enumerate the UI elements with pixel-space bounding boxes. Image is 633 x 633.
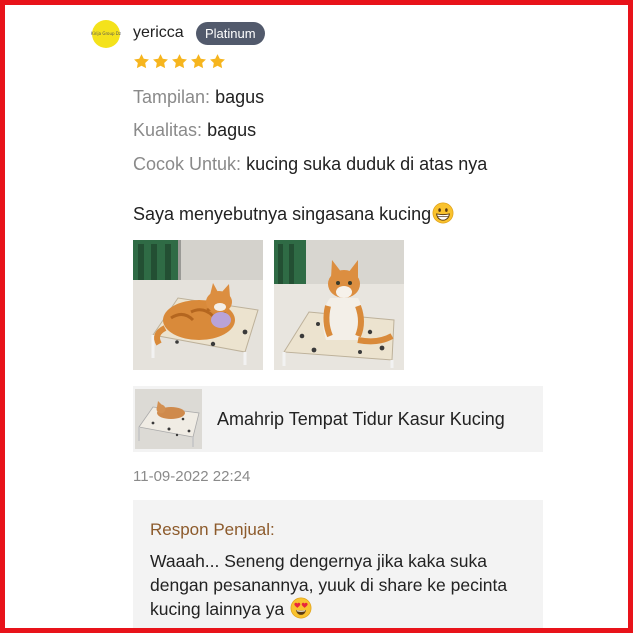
reviewer-name: yericca	[133, 24, 184, 41]
cat-lying-on-bed-photo	[133, 240, 263, 370]
star-icon	[153, 54, 168, 69]
star-rating	[133, 53, 226, 70]
review-body: Saya menyebutnya singasana kucing	[133, 204, 432, 224]
product-thumbnail	[135, 389, 202, 449]
seller-response-title: Respon Penjual:	[150, 520, 275, 539]
review-photo-2[interactable]	[274, 240, 404, 370]
attribute-appearance: Tampilan: bagus	[133, 87, 264, 108]
pet-bed-thumbnail	[135, 389, 202, 449]
attribute-label: Cocok Untuk:	[133, 154, 242, 174]
attribute-suitable-for: Cocok Untuk: kucing suka duduk di atas n…	[133, 154, 487, 175]
seller-response-text: Waaah... Seneng dengernya jika kaka suka…	[150, 549, 535, 621]
product-name: Amahrip Tempat Tidur Kasur Kucing	[217, 409, 505, 429]
attribute-value: bagus	[207, 120, 257, 140]
user-avatar[interactable]: Kirija Group Dz	[91, 20, 121, 48]
attribute-label: Tampilan:	[133, 87, 211, 107]
review-card: Kirija Group Dz yericca Platinum Tampila…	[0, 0, 633, 633]
cat-sitting-on-bed-photo	[274, 240, 404, 370]
grinning-face-emoji	[432, 202, 454, 224]
review-photo-1[interactable]	[133, 240, 263, 370]
star-icon	[172, 54, 187, 69]
attribute-value: kucing suka duduk di atas nya	[246, 154, 488, 174]
review-text: Saya menyebutnya singasana kucing	[133, 202, 454, 225]
star-icon	[210, 54, 225, 69]
seller-response-body: Waaah... Seneng dengernya jika kaka suka…	[150, 551, 508, 619]
attribute-label: Kualitas:	[133, 120, 203, 140]
attribute-value: bagus	[215, 87, 265, 107]
heart-eyes-emoji	[290, 597, 312, 619]
avatar-text: Kirija Group Dz	[91, 31, 121, 36]
product-card[interactable]: Amahrip Tempat Tidur Kasur Kucing	[133, 386, 543, 452]
attribute-quality: Kualitas: bagus	[133, 120, 256, 141]
star-icon	[191, 54, 206, 69]
review-timestamp: 11-09-2022 22:24	[133, 468, 251, 485]
star-icon	[134, 54, 149, 69]
seller-response-box: Respon Penjual: Waaah... Seneng dengerny…	[133, 500, 543, 628]
membership-badge: Platinum	[196, 22, 265, 45]
